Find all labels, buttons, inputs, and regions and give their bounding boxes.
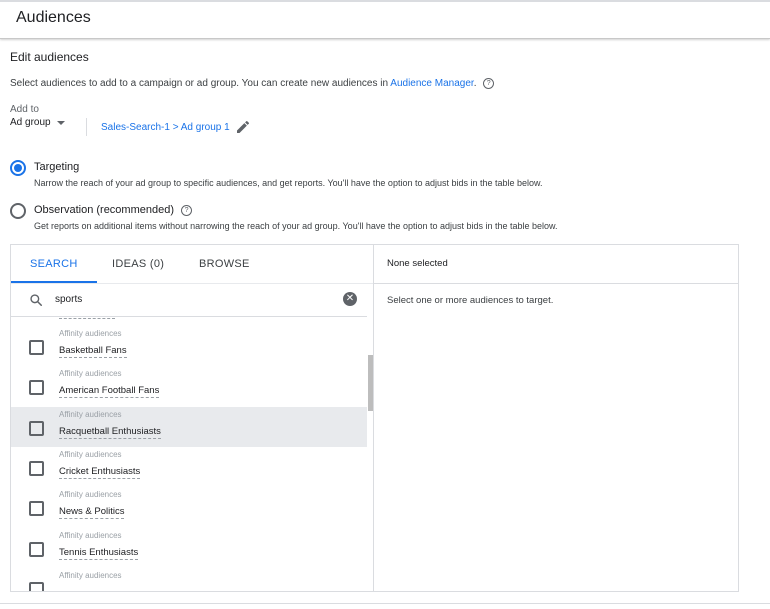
audience-checkbox[interactable]	[29, 340, 44, 355]
page-header: Audiences	[0, 0, 770, 39]
audience-name: Racquetball Enthusiasts	[59, 426, 161, 439]
audience-checkbox[interactable]	[29, 542, 44, 557]
selected-audiences-pane: None selected Select one or more audienc…	[374, 245, 738, 591]
list-item[interactable]: Affinity audiences	[11, 568, 367, 591]
empty-selection-message: Select one or more audiences to target.	[387, 295, 554, 306]
tab-browse[interactable]: BROWSE	[199, 258, 250, 270]
audience-category: Affinity audiences	[59, 490, 122, 499]
audience-checkbox[interactable]	[29, 501, 44, 516]
audience-checkbox[interactable]	[29, 461, 44, 476]
audience-name: Basketball Fans	[59, 345, 127, 358]
list-item[interactable]: Affinity audiences Cricket Enthusiasts	[11, 447, 367, 487]
pencil-icon[interactable]	[235, 119, 251, 135]
selected-count-label: None selected	[387, 258, 448, 269]
clear-search-icon[interactable]: ✕	[343, 292, 357, 306]
section-title: Edit audiences	[10, 50, 89, 64]
section-description: Select audiences to add to a campaign or…	[10, 78, 495, 90]
bottom-divider	[0, 603, 770, 604]
search-input[interactable]: sports	[55, 294, 82, 305]
list-item[interactable]: Affinity audiences American Football Fan…	[11, 366, 367, 406]
audience-category: Affinity audiences	[59, 450, 122, 459]
observation-title-text: Observation (recommended)	[34, 204, 175, 216]
list-separator	[59, 318, 115, 319]
add-to-dropdown[interactable]: Ad group	[10, 117, 65, 128]
description-text: Select audiences to add to a campaign or…	[10, 78, 391, 90]
list-item[interactable]: Affinity audiences Tennis Enthusiasts	[11, 528, 367, 568]
audience-name: Tennis Enthusiasts	[59, 547, 139, 560]
help-icon[interactable]: ?	[483, 78, 495, 89]
list-item[interactable]: Affinity audiences News & Politics	[11, 487, 367, 527]
audience-picker-panel: SEARCH IDEAS (0) BROWSE sports ✕ Affinit…	[10, 244, 739, 592]
audience-category: Affinity audiences	[59, 410, 122, 419]
audience-category: Affinity audiences	[59, 571, 122, 580]
list-item[interactable]: Affinity audiences Racquetball Enthusias…	[11, 407, 367, 447]
tab-search[interactable]: SEARCH	[30, 258, 78, 270]
targeting-title: Targeting	[34, 161, 80, 173]
observation-title: Observation (recommended) ?	[34, 204, 193, 216]
tab-bar: SEARCH IDEAS (0) BROWSE	[11, 245, 373, 283]
audience-category: Affinity audiences	[59, 369, 122, 378]
ad-group-breadcrumb[interactable]: Sales-Search-1 > Ad group 1	[101, 122, 230, 133]
list-item[interactable]: Affinity audiences Basketball Fans	[11, 326, 367, 366]
targeting-radio[interactable]	[10, 160, 26, 176]
add-to-value: Ad group	[10, 117, 51, 128]
dropdown-caret-icon	[56, 120, 65, 125]
selected-header: None selected	[374, 245, 738, 284]
audience-search-pane: SEARCH IDEAS (0) BROWSE sports ✕ Affinit…	[11, 245, 374, 591]
targeting-description: Narrow the reach of your ad group to spe…	[34, 178, 543, 188]
audience-name: American Football Fans	[59, 385, 160, 398]
audience-name: Cricket Enthusiasts	[59, 466, 141, 479]
add-to-label: Add to	[10, 104, 39, 115]
audience-checkbox[interactable]	[29, 380, 44, 395]
observation-radio[interactable]	[10, 203, 26, 219]
audience-checkbox[interactable]	[29, 582, 44, 591]
description-period: .	[473, 78, 477, 90]
audience-manager-link[interactable]: Audience Manager	[390, 78, 473, 89]
tab-ideas[interactable]: IDEAS (0)	[112, 258, 164, 270]
results-list: Affinity audiences Basketball Fans Affin…	[11, 316, 367, 591]
audience-category: Affinity audiences	[59, 329, 122, 338]
audience-checkbox[interactable]	[29, 421, 44, 436]
observation-help-icon[interactable]: ?	[181, 204, 193, 216]
top-divider	[0, 0, 770, 2]
vertical-divider	[86, 118, 87, 136]
search-icon	[30, 294, 43, 307]
audience-category: Affinity audiences	[59, 531, 122, 540]
audience-name: News & Politics	[59, 506, 125, 519]
page-title: Audiences	[16, 9, 91, 26]
search-bar: sports ✕	[11, 283, 373, 317]
observation-description: Get reports on additional items without …	[34, 221, 558, 231]
results-scrollbar-thumb[interactable]	[368, 355, 373, 411]
